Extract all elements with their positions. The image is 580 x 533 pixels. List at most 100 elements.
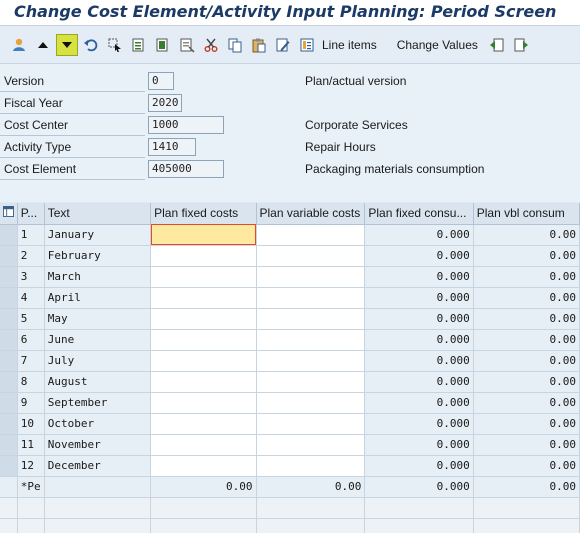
- plan-variable-consumption-cell[interactable]: 0.00: [473, 371, 580, 393]
- plan-fixed-costs-input[interactable]: [150, 392, 257, 414]
- plan-fixed-costs-input[interactable]: [150, 308, 257, 330]
- plan-fixed-costs-input[interactable]: [150, 266, 257, 288]
- row-selector[interactable]: [0, 266, 18, 288]
- cost-center-label: Cost Center: [4, 118, 69, 132]
- cost-element-field[interactable]: 405000: [148, 160, 224, 178]
- select-block-icon[interactable]: [128, 34, 150, 56]
- plan-variable-consumption-cell[interactable]: 0.00: [473, 245, 580, 267]
- plan-variable-consumption-cell[interactable]: 0.00: [473, 455, 580, 477]
- row-selector[interactable]: [0, 497, 18, 519]
- row-selector[interactable]: [0, 350, 18, 372]
- plan-fixed-consumption-cell[interactable]: 0.000: [364, 413, 474, 435]
- column-header-text[interactable]: Text: [44, 203, 152, 225]
- select-icon[interactable]: [104, 34, 126, 56]
- change-values-button[interactable]: Change Values: [395, 38, 484, 52]
- row-selector[interactable]: [0, 476, 18, 498]
- cost-center-field[interactable]: 1000: [148, 116, 224, 134]
- table-settings-icon[interactable]: [0, 203, 18, 225]
- row-selector[interactable]: [0, 224, 18, 246]
- next-item-icon[interactable]: [56, 33, 78, 56]
- plan-variable-consumption-cell[interactable]: 0.00: [473, 329, 580, 351]
- row-selector[interactable]: [0, 434, 18, 456]
- plan-variable-costs-input[interactable]: [256, 371, 366, 393]
- plan-fixed-costs-input[interactable]: [150, 224, 257, 246]
- plan-variable-costs-input[interactable]: [256, 350, 366, 372]
- row-selector[interactable]: [0, 371, 18, 393]
- row-selector[interactable]: [0, 413, 18, 435]
- empty-cell: [17, 518, 45, 533]
- empty-cell: [17, 497, 45, 519]
- next-combination-icon[interactable]: [510, 34, 532, 56]
- plan-variable-costs-input[interactable]: [256, 455, 366, 477]
- plan-fixed-consumption-cell[interactable]: 0.000: [364, 266, 474, 288]
- plan-variable-costs-input[interactable]: [256, 413, 366, 435]
- deselect-all-icon[interactable]: [176, 34, 198, 56]
- paste-icon[interactable]: [248, 34, 270, 56]
- row-selector[interactable]: [0, 329, 18, 351]
- plan-variable-costs-input[interactable]: [256, 245, 366, 267]
- plan-variable-consumption-cell[interactable]: 0.00: [473, 392, 580, 414]
- plan-fixed-consumption-cell[interactable]: 0.000: [364, 350, 474, 372]
- column-header-plan-fixed-consumption[interactable]: Plan fixed consu...: [364, 203, 474, 225]
- plan-variable-costs-input[interactable]: [256, 329, 366, 351]
- plan-variable-consumption-cell[interactable]: 0.00: [473, 266, 580, 288]
- undo-icon[interactable]: [80, 34, 102, 56]
- plan-fixed-consumption-cell[interactable]: 0.000: [364, 434, 474, 456]
- plan-fixed-consumption-cell[interactable]: 0.000: [364, 455, 474, 477]
- plan-variable-costs-input[interactable]: [256, 266, 366, 288]
- text-cell: September: [44, 392, 152, 414]
- plan-variable-costs-input[interactable]: [256, 287, 366, 309]
- plan-variable-consumption-cell[interactable]: 0.00: [473, 287, 580, 309]
- table-row: 12 December 0.000 0.00: [0, 455, 580, 477]
- copy-icon[interactable]: [224, 34, 246, 56]
- row-selector[interactable]: [0, 245, 18, 267]
- divider: [0, 113, 145, 114]
- table-row: 7 July 0.000 0.00: [0, 350, 580, 372]
- activity-type-field[interactable]: 1410: [148, 138, 196, 156]
- column-header-plan-variable-costs[interactable]: Plan variable costs: [256, 203, 366, 225]
- row-selector[interactable]: [0, 455, 18, 477]
- plan-variable-costs-input[interactable]: [256, 434, 366, 456]
- planner-profile-icon[interactable]: [8, 34, 30, 56]
- cut-icon[interactable]: [200, 34, 222, 56]
- plan-variable-consumption-cell[interactable]: 0.00: [473, 308, 580, 330]
- row-selector[interactable]: [0, 518, 18, 533]
- plan-variable-costs-input[interactable]: [256, 308, 366, 330]
- plan-fixed-consumption-cell[interactable]: 0.000: [364, 329, 474, 351]
- plan-fixed-consumption-cell[interactable]: 0.000: [364, 245, 474, 267]
- version-field[interactable]: 0: [148, 72, 174, 90]
- select-all-icon[interactable]: [152, 34, 174, 56]
- plan-fixed-costs-input[interactable]: [150, 287, 257, 309]
- fiscal-year-field[interactable]: 2020: [148, 94, 182, 112]
- line-items-icon[interactable]: [296, 34, 318, 56]
- row-selector[interactable]: [0, 287, 18, 309]
- plan-variable-consumption-cell[interactable]: 0.00: [473, 434, 580, 456]
- plan-fixed-consumption-cell[interactable]: 0.000: [364, 371, 474, 393]
- plan-variable-costs-input[interactable]: [256, 224, 366, 246]
- edit-icon[interactable]: [272, 34, 294, 56]
- column-header-plan-fixed-costs[interactable]: Plan fixed costs: [150, 203, 257, 225]
- plan-variable-consumption-cell[interactable]: 0.00: [473, 350, 580, 372]
- plan-fixed-costs-input[interactable]: [150, 350, 257, 372]
- plan-fixed-costs-input[interactable]: [150, 455, 257, 477]
- plan-fixed-consumption-cell[interactable]: 0.000: [364, 392, 474, 414]
- plan-fixed-consumption-cell[interactable]: 0.000: [364, 224, 474, 246]
- plan-fixed-costs-input[interactable]: [150, 245, 257, 267]
- plan-variable-costs-input[interactable]: [256, 392, 366, 414]
- plan-fixed-consumption-cell[interactable]: 0.000: [364, 287, 474, 309]
- line-items-button[interactable]: Line items: [320, 38, 383, 52]
- plan-fixed-costs-input[interactable]: [150, 434, 257, 456]
- plan-fixed-costs-input[interactable]: [150, 371, 257, 393]
- plan-fixed-costs-input[interactable]: [150, 413, 257, 435]
- row-selector[interactable]: [0, 392, 18, 414]
- plan-fixed-consumption-cell[interactable]: 0.000: [364, 308, 474, 330]
- column-header-period[interactable]: P...: [17, 203, 45, 225]
- previous-combination-icon[interactable]: [486, 34, 508, 56]
- plan-variable-consumption-cell[interactable]: 0.00: [473, 224, 580, 246]
- first-item-icon[interactable]: [32, 34, 54, 56]
- plan-fixed-costs-input[interactable]: [150, 329, 257, 351]
- plan-variable-consumption-cell[interactable]: 0.00: [473, 413, 580, 435]
- column-header-plan-variable-consumption[interactable]: Plan vbl consum: [473, 203, 580, 225]
- row-selector[interactable]: [0, 308, 18, 330]
- empty-cell: [364, 518, 474, 533]
